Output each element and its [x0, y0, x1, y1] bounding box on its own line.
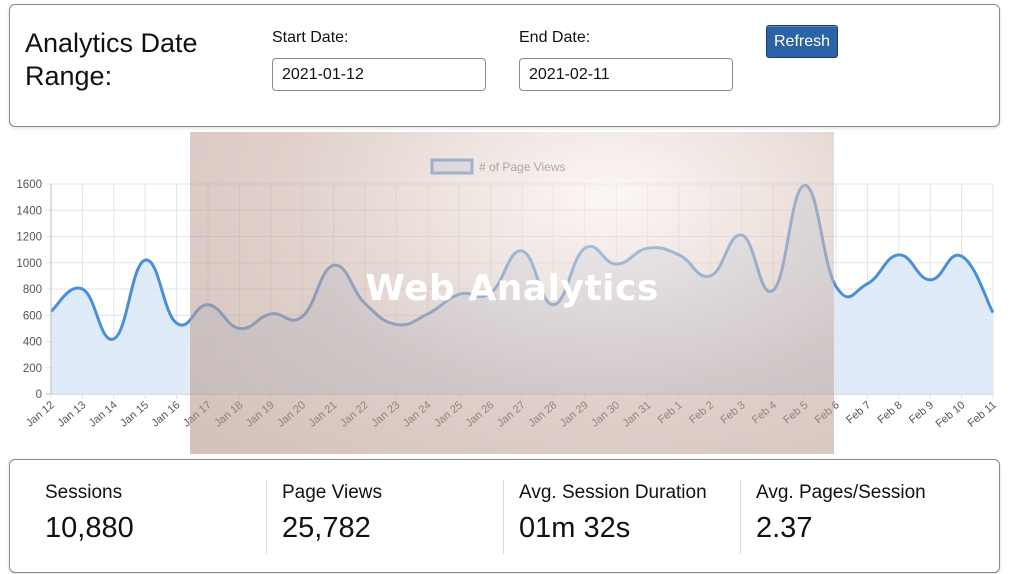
y-tick-label: 1600: [16, 179, 42, 191]
stats-card: Sessions 10,880 Page Views 25,782 Avg. S…: [9, 459, 1000, 573]
data-point: [143, 258, 147, 262]
refresh-button[interactable]: Refresh: [766, 25, 838, 58]
data-point: [269, 312, 273, 316]
stat-value: 01m 32s: [519, 512, 631, 544]
end-date-input[interactable]: [519, 58, 733, 91]
x-tick-label: Feb 7: [844, 399, 873, 426]
data-point: [394, 322, 398, 326]
stat-divider: [740, 480, 741, 554]
x-tick-label: Feb 6: [813, 399, 842, 426]
data-point: [426, 312, 430, 316]
stat-value: 10,880: [45, 512, 134, 544]
data-point: [928, 278, 932, 282]
data-point: [175, 321, 179, 325]
y-tick-label: 1200: [16, 232, 42, 244]
x-tick-label: Jan 28: [526, 399, 559, 429]
y-tick-label: 1400: [16, 205, 42, 217]
x-tick-label: Jan 12: [24, 399, 57, 429]
stat-divider: [266, 480, 267, 554]
data-point: [332, 263, 336, 267]
x-tick-label: Jan 26: [464, 399, 497, 429]
date-range-card: Analytics Date Range: Start Date: End Da…: [9, 4, 1000, 127]
data-point: [646, 246, 650, 250]
x-tick-label: Jan 23: [369, 399, 402, 429]
x-tick-label: Feb 4: [750, 399, 779, 426]
x-tick-label: Jan 15: [118, 399, 151, 429]
data-point: [489, 291, 493, 295]
x-tick-label: Feb 9: [907, 399, 936, 426]
end-date-label: End Date:: [519, 29, 591, 46]
x-tick-label: Feb 5: [781, 399, 810, 426]
x-tick-label: Jan 19: [244, 399, 277, 429]
x-tick-label: Jan 17: [181, 399, 214, 429]
x-tick-label: Feb 3: [718, 399, 747, 426]
data-point: [803, 183, 807, 187]
x-tick-label: Jan 14: [87, 399, 120, 429]
data-point: [237, 326, 241, 330]
data-point: [551, 303, 555, 307]
y-tick-label: 400: [23, 337, 42, 349]
y-tick-label: 1000: [16, 258, 42, 270]
y-tick-label: 600: [23, 310, 42, 322]
x-tick-label: Jan 29: [558, 399, 591, 429]
legend-label: # of Page Views: [479, 160, 566, 174]
data-point: [740, 233, 744, 237]
data-point: [206, 303, 210, 307]
start-date-label: Start Date:: [272, 29, 349, 46]
stat-value: 2.37: [756, 512, 813, 544]
stat-label: Page Views: [282, 482, 382, 503]
legend-swatch: [430, 158, 474, 175]
data-point: [897, 253, 901, 257]
x-tick-label: Jan 18: [212, 399, 245, 429]
x-tick-label: Jan 30: [589, 399, 622, 429]
data-point: [614, 262, 618, 266]
stat-label: Avg. Pages/Session: [756, 482, 926, 503]
start-date-input[interactable]: [272, 58, 486, 91]
x-tick-label: Jan 25: [432, 399, 465, 429]
x-tick-label: Feb 8: [875, 399, 904, 426]
x-tick-label: Jan 20: [275, 399, 308, 429]
x-tick-label: Feb 10: [934, 399, 968, 430]
data-point: [583, 246, 587, 250]
x-tick-label: Jan 21: [307, 399, 340, 429]
data-point: [363, 301, 367, 305]
data-point: [677, 253, 681, 257]
x-tick-label: Jan 16: [150, 399, 183, 429]
stat-value: 25,782: [282, 512, 371, 544]
x-tick-label: Jan 13: [55, 399, 88, 429]
y-tick-label: 200: [23, 363, 42, 375]
data-point: [708, 274, 712, 278]
x-tick-label: Jan 31: [621, 399, 654, 429]
data-point: [520, 249, 524, 253]
stat-divider: [503, 480, 504, 554]
data-point: [457, 292, 461, 296]
data-point: [300, 315, 304, 319]
stat-label: Sessions: [45, 482, 123, 503]
x-tick-label: Feb 11: [966, 399, 999, 430]
y-tick-label: 800: [23, 284, 42, 296]
x-tick-label: Feb 2: [687, 399, 716, 426]
page-views-chart: 02004006008001000120014001600Jan 12Jan 1…: [16, 158, 999, 430]
chart-legend: # of Page Views: [430, 158, 566, 175]
data-point: [80, 287, 84, 291]
data-point: [991, 311, 995, 315]
y-tick-label: 0: [36, 389, 42, 401]
x-tick-label: Jan 22: [338, 399, 371, 429]
x-tick-label: Jan 24: [401, 399, 434, 429]
data-point: [771, 288, 775, 292]
x-tick-label: Jan 27: [495, 399, 528, 429]
data-point: [834, 284, 838, 288]
data-point: [865, 282, 869, 286]
data-point: [960, 254, 964, 258]
data-point: [112, 337, 116, 341]
x-tick-label: Feb 1: [656, 399, 685, 426]
page-title: Analytics Date Range:: [25, 28, 198, 91]
stat-label: Avg. Session Duration: [519, 482, 707, 503]
